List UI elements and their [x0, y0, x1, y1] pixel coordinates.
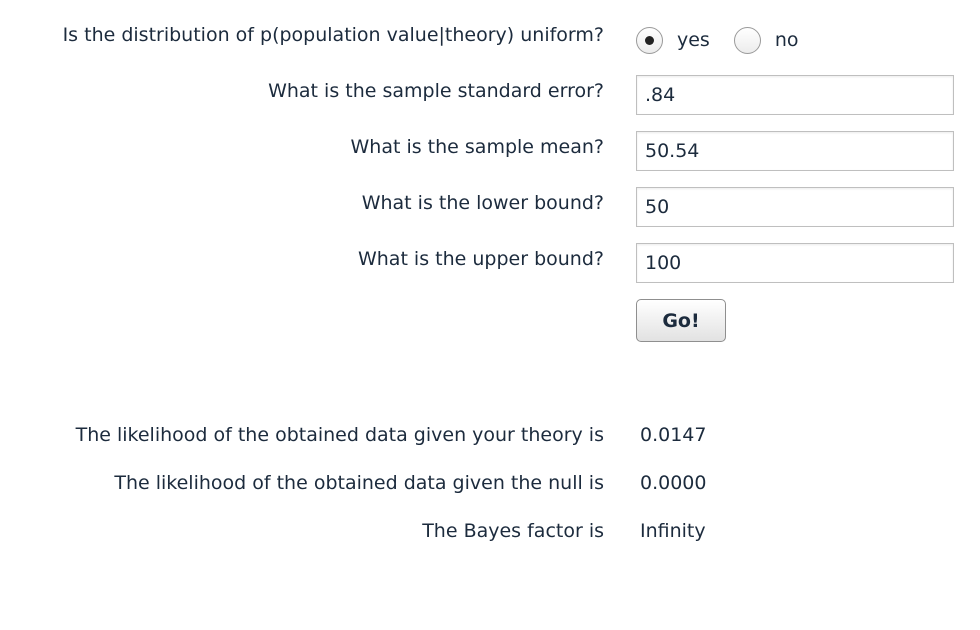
uniform-radio-group: yes no — [636, 25, 799, 55]
lower-bound-label: What is the lower bound? — [361, 192, 604, 214]
standard-error-label: What is the sample standard error? — [268, 80, 604, 102]
radio-yes-button[interactable] — [636, 26, 663, 54]
radio-no-label: no — [774, 29, 799, 51]
radio-no-option[interactable]: no — [733, 26, 799, 54]
null-likelihood-label: The likelihood of the obtained data give… — [114, 472, 604, 494]
radio-yes-option[interactable]: yes — [636, 26, 710, 54]
theory-likelihood-label: The likelihood of the obtained data give… — [75, 424, 604, 446]
go-button[interactable]: Go! — [636, 299, 726, 342]
upper-bound-label: What is the upper bound? — [357, 248, 604, 270]
bayes-factor-value: Infinity — [640, 520, 706, 542]
theory-likelihood-value: 0.0147 — [640, 424, 707, 446]
lower-bound-input[interactable] — [636, 187, 954, 227]
radio-selected-dot-icon — [645, 35, 654, 45]
radio-yes-label: yes — [677, 29, 710, 51]
bayes-factor-label: The Bayes factor is — [422, 520, 604, 542]
upper-bound-input[interactable] — [636, 243, 954, 283]
sample-mean-input[interactable] — [636, 131, 954, 171]
radio-no-button[interactable] — [733, 26, 761, 54]
sample-mean-label: What is the sample mean? — [350, 136, 605, 158]
null-likelihood-value: 0.0000 — [640, 472, 707, 494]
uniform-question-label: Is the distribution of p(population valu… — [62, 24, 604, 46]
standard-error-input[interactable] — [636, 75, 954, 115]
